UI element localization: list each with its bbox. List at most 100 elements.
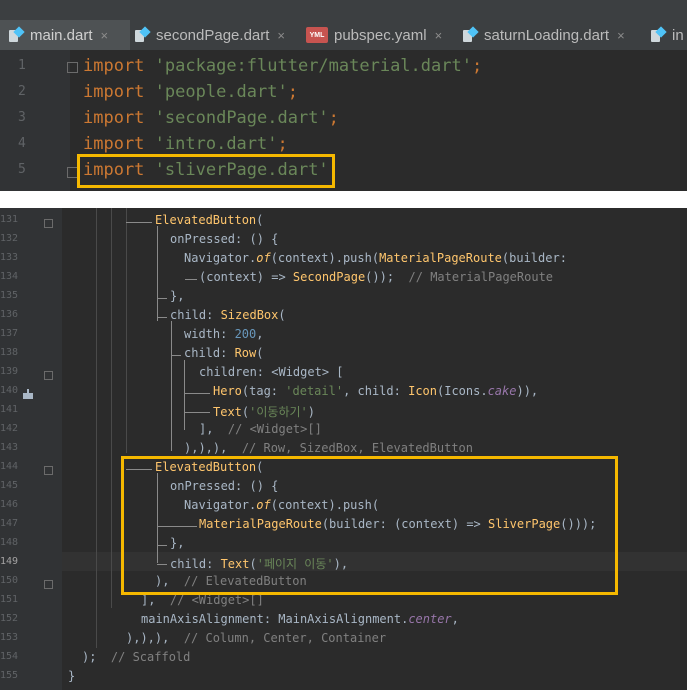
code-text: ], [141,593,156,607]
tab-label: pubspec.yaml [334,26,427,44]
code-line: } [68,669,75,683]
tab-truncated[interactable]: in [650,20,687,50]
class-name: SizedBox [220,308,279,322]
line-number: 1 [18,58,26,73]
line-number: 5 [18,162,26,177]
class-name: Row [234,346,257,360]
code-text: width: [184,327,235,341]
dart-file-icon [134,27,150,43]
code-line: child: Row( [184,346,264,360]
tab-label: saturnLoading.dart [484,26,610,44]
fold-marker-icon[interactable] [44,371,53,380]
static-field: center [408,612,452,626]
code-comment: // <Widget>[] [227,422,322,436]
line-number: 3 [18,110,26,125]
code-text: , [256,327,264,341]
code-line: children: <Widget> [ [199,365,344,379]
code-text: }, [170,289,185,303]
code-text: ( [278,308,286,322]
line-number: 148 [0,537,19,548]
close-icon[interactable]: × [435,28,443,43]
fold-marker-icon[interactable] [44,580,53,589]
indent-branch [171,355,181,356]
code-editor-bottom[interactable]: 131 132 133 134 135 136 137 138 139 140 … [0,208,687,690]
line-number: 2 [18,84,26,99]
code-text: ()); [365,270,395,284]
line-number: 152 [0,613,19,624]
line-number: 139 [0,366,19,377]
semicolon: ; [277,134,288,154]
code-text: ( [256,346,264,360]
line-number: 134 [0,271,19,282]
code-text: ); [82,650,97,664]
tab-saturn-loading-dart[interactable]: saturnLoading.dart × [462,20,642,50]
line-number-gutter: 131 132 133 134 135 136 137 138 139 140 … [0,208,62,690]
class-name: Icon [408,384,437,398]
line-number-current: 149 [0,556,19,567]
line-number: 147 [0,518,19,529]
code-line: ); // Scaffold [82,650,190,664]
indent-guide [96,208,97,648]
semicolon: ; [328,108,339,128]
code-line: onPressed: () { [170,232,278,246]
code-line: mainAxisAlignment: MainAxisAlignment.cen… [141,612,459,626]
code-text: ),),), [184,441,228,455]
close-icon[interactable]: × [617,28,625,43]
dart-file-icon [462,27,478,43]
code-text: , child: [343,384,409,398]
string-literal: 'secondPage.dart' [154,108,329,128]
editor-tab-bar: main.dart × secondPage.dart × YML pubspe… [0,0,687,50]
code-line: width: 200, [184,327,264,341]
highlight-box [77,154,335,188]
line-number: 133 [0,252,19,263]
fold-marker-icon[interactable] [67,62,78,73]
tab-main-dart[interactable]: main.dart × [0,20,130,50]
indent-guide [171,321,172,451]
code-text: onPressed: () { [170,232,279,246]
code-editor-top[interactable]: 1 2 3 4 5 import 'package:flutter/materi… [0,50,687,191]
indent-guide [157,226,158,321]
code-text: child: [170,308,221,322]
line-number: 4 [18,136,26,151]
dart-file-icon [650,27,666,43]
cake-icon [22,385,34,399]
code-line: Text('이동하기') [213,403,315,420]
code-line: ], // <Widget>[] [199,422,322,436]
tab-pubspec-yaml[interactable]: YML pubspec.yaml × [306,20,451,50]
code-comment: // Row, SizedBox, ElevatedButton [241,441,473,455]
string-literal: 'package:flutter/material.dart' [154,56,472,76]
line-number: 141 [0,404,19,415]
indent-guide [126,208,127,453]
fold-marker-icon[interactable] [44,219,53,228]
string-literal: 'intro.dart' [154,134,278,154]
indent-guide [111,208,112,608]
code-text: (context).push( [270,251,380,265]
line-number: 136 [0,309,19,320]
code-text: )), [516,384,539,398]
code-line: }, [170,289,184,303]
code-line: import 'intro.dart'; [83,134,288,154]
close-icon[interactable]: × [101,28,109,43]
code-line: import 'package:flutter/material.dart'; [83,56,482,76]
highlight-box [121,456,618,595]
class-name: ElevatedButton [155,213,257,227]
class-name: SecondPage [292,270,366,284]
screenshot-divider [0,191,687,208]
line-number: 137 [0,328,19,339]
code-comment: // Column, Center, Container [183,631,387,645]
tab-second-page-dart[interactable]: secondPage.dart × [134,20,294,50]
code-line: Navigator.of(context).push(MaterialPageR… [184,251,567,265]
fold-marker-icon[interactable] [44,466,53,475]
code-text: (builder: [501,251,567,265]
keyword: import [83,56,145,76]
tab-label: main.dart [30,26,93,44]
code-line: ElevatedButton( [155,213,263,227]
class-name: MaterialPageRoute [379,251,502,265]
indent-branch [185,412,210,413]
keyword: import [83,82,145,102]
close-icon[interactable]: × [277,28,285,43]
tab-label: secondPage.dart [156,26,270,44]
semicolon: ; [287,82,298,102]
code-line: ),),), // Column, Center, Container [126,631,386,645]
code-text: (Icons. [437,384,488,398]
